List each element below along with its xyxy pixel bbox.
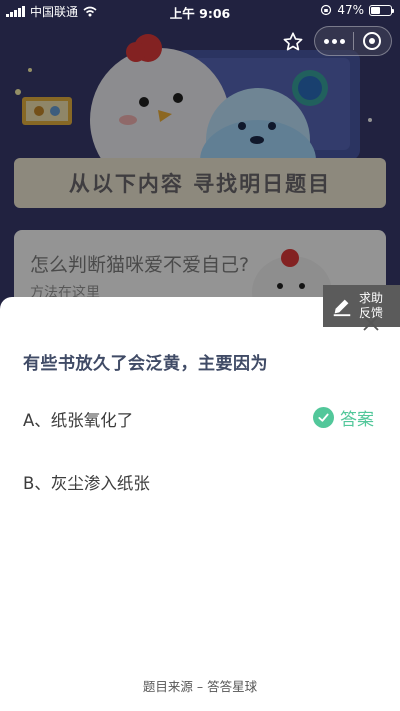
capsule-close-button[interactable] (354, 27, 391, 55)
option-b-label: B、灰尘渗入纸张 (23, 474, 150, 493)
check-circle-icon (313, 407, 334, 428)
answer-label: 答案 (340, 410, 374, 430)
sheet-close-button[interactable] (361, 313, 381, 333)
question-source: 题目来源 – 答答星球 (142, 679, 258, 694)
battery-fill (371, 6, 380, 14)
orientation-lock-icon (321, 4, 332, 16)
quiz-question: 有些书放久了会泛黄，主要因为 (23, 354, 268, 374)
close-icon (363, 315, 379, 331)
battery-percent: 47% (337, 3, 364, 17)
battery-icon (369, 4, 394, 16)
option-a-label: A、纸张氧化了 (23, 411, 134, 430)
option-b[interactable]: B、灰尘渗入纸张 (23, 466, 383, 498)
mini-program-capsule (314, 26, 392, 56)
answer-badge: 答案 (313, 405, 374, 430)
star-button[interactable] (278, 27, 308, 57)
status-right: 47% (320, 3, 394, 17)
more-button[interactable] (315, 27, 353, 55)
close-circle-icon (363, 32, 382, 50)
help-label-line1: 求助 (359, 291, 384, 305)
more-dots-icon (323, 38, 329, 44)
pencil-icon (333, 299, 351, 317)
star-outline-icon (283, 32, 303, 51)
status-bar: 中国联通 上午 9:06 47% (0, 0, 400, 22)
